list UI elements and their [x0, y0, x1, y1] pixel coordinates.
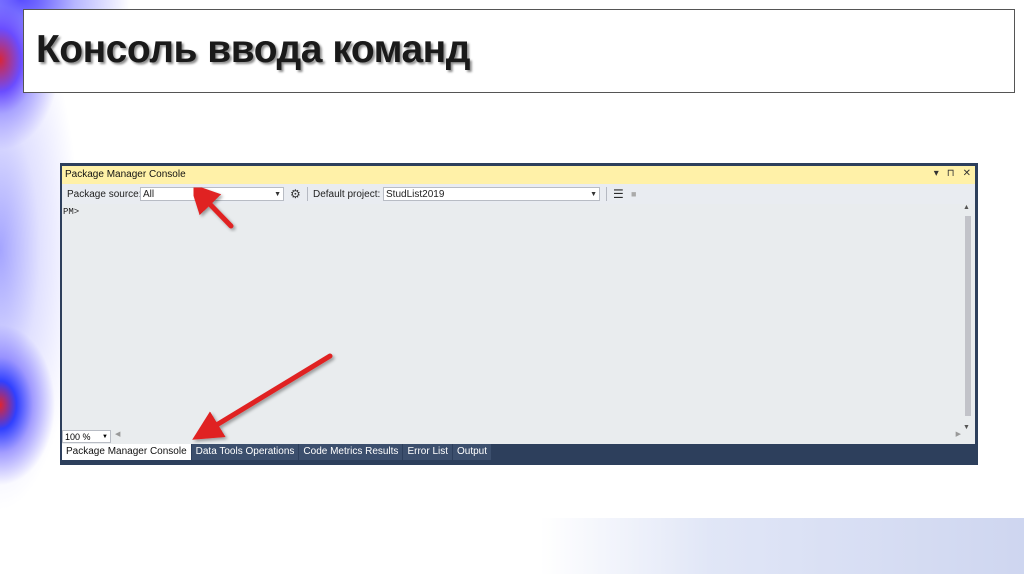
- toolbar-separator: [307, 187, 308, 201]
- slide-title: Консоль ввода команд: [36, 28, 471, 71]
- dropdown-icon[interactable]: ▾: [934, 168, 939, 179]
- scroll-right-icon[interactable]: ▶: [956, 430, 961, 438]
- scroll-left-icon[interactable]: ◀: [115, 430, 120, 438]
- default-project-label: Default project:: [313, 189, 381, 200]
- default-project-value: StudList2019: [386, 189, 445, 200]
- tab-error-list[interactable]: Error List: [403, 444, 452, 460]
- tab-output[interactable]: Output: [453, 444, 492, 460]
- console-title-bar: Package Manager Console ▾ ⊓ ✕: [62, 166, 975, 184]
- tab-package-manager-console[interactable]: Package Manager Console: [62, 444, 191, 460]
- stop-icon[interactable]: ■: [631, 187, 636, 201]
- vertical-scrollbar[interactable]: ▲ ▼: [963, 204, 972, 434]
- console-prompt: PM>: [63, 207, 80, 217]
- scrollbar-thumb[interactable]: [965, 216, 971, 416]
- chevron-down-icon: ▼: [590, 191, 597, 198]
- toolbar-separator: [606, 187, 607, 201]
- package-source-select[interactable]: All ▼: [140, 187, 284, 201]
- zoom-select[interactable]: 100 % ▼: [62, 430, 111, 443]
- package-source-label: Package source:: [67, 189, 142, 200]
- chevron-down-icon: ▼: [102, 434, 108, 440]
- scroll-up-icon[interactable]: ▲: [963, 204, 970, 211]
- default-project-select[interactable]: StudList2019 ▼: [383, 187, 600, 201]
- console-toolbar: Package source: All ▼ ⚙ Default project:…: [62, 184, 975, 204]
- clear-console-icon[interactable]: ☰: [613, 187, 624, 201]
- gear-icon[interactable]: ⚙: [290, 187, 301, 201]
- chevron-down-icon: ▼: [274, 191, 281, 198]
- window-buttons: ▾ ⊓ ✕: [934, 168, 971, 179]
- pin-icon[interactable]: ⊓: [947, 168, 955, 179]
- console-output-area[interactable]: PM> ▲ ▼ 100 % ▼ ◀ ▶: [62, 204, 975, 444]
- decorative-bottom-gradient: [540, 518, 1024, 574]
- console-title: Package Manager Console: [65, 169, 186, 180]
- scroll-down-icon[interactable]: ▼: [963, 424, 970, 431]
- slide-title-box: Консоль ввода команд: [23, 9, 1015, 93]
- zoom-value: 100 %: [65, 432, 91, 442]
- package-source-value: All: [143, 189, 155, 200]
- close-icon[interactable]: ✕: [963, 168, 971, 179]
- tab-data-tools-operations[interactable]: Data Tools Operations: [191, 444, 299, 460]
- tool-window-tabs: Package Manager Console Data Tools Opera…: [62, 444, 492, 460]
- package-manager-console-window: Package Manager Console ▾ ⊓ ✕ Package so…: [60, 163, 978, 465]
- tab-code-metrics-results[interactable]: Code Metrics Results: [299, 444, 403, 460]
